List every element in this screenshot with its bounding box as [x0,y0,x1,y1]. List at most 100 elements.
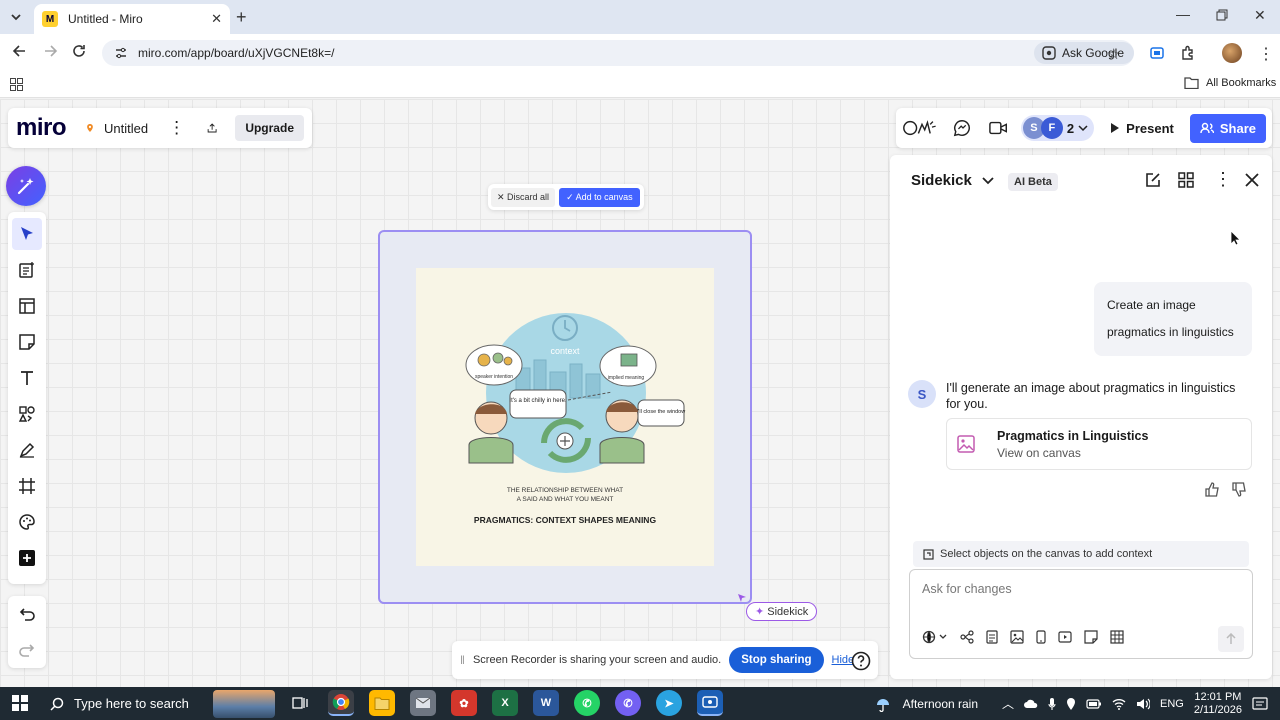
taskbar-search[interactable]: Type here to search [40,687,280,720]
profile-avatar[interactable] [1222,43,1242,63]
telegram-icon[interactable]: ➤ [656,690,682,716]
sticky-note-icon[interactable] [1084,630,1098,644]
send-button[interactable] [1218,626,1244,652]
battery-icon[interactable] [1086,698,1102,709]
clock[interactable]: 12:01 PM 2/11/2026 [1194,691,1242,717]
add-to-canvas-button[interactable]: ✓ Add to canvas [559,187,640,207]
reactions-icon[interactable] [902,118,937,138]
bookmark-star-icon[interactable]: ☆ [1107,45,1120,63]
reload-icon[interactable] [72,44,86,58]
cast-icon[interactable] [1150,46,1164,60]
minimize-window-icon[interactable]: — [1176,6,1190,22]
sidekick-title-dropdown[interactable]: Sidekick [911,172,994,189]
help-button[interactable] [846,646,876,676]
frame-layout-tool[interactable] [12,290,42,322]
board-lock-icon[interactable] [86,120,94,136]
apps-tool[interactable] [12,506,42,538]
image-icon[interactable] [1010,630,1024,644]
ai-assistant-button[interactable] [6,166,46,206]
all-bookmarks-button[interactable]: All Bookmarks [1184,77,1276,89]
thumbs-down-icon[interactable] [1232,482,1247,497]
excel-icon[interactable]: X [492,690,518,716]
close-icon[interactable] [1245,173,1259,187]
shapes-tool[interactable] [12,398,42,430]
notifications-icon[interactable] [1252,696,1268,711]
word-icon[interactable]: W [533,690,559,716]
board-name[interactable]: Untitled [104,121,148,136]
slides-icon[interactable] [1058,631,1072,643]
generated-image[interactable]: context speaker intention implied meanin… [416,268,714,566]
upgrade-button[interactable]: Upgrade [235,115,304,141]
windows-start-icon[interactable] [12,695,28,711]
screen-recorder-app-icon[interactable] [697,690,723,716]
site-settings-icon[interactable] [114,46,128,60]
apps-grid-icon[interactable] [10,78,23,91]
more-tools-button[interactable] [12,542,42,574]
new-tab-icon[interactable]: + [236,7,247,28]
weather-text[interactable]: Afternoon rain [903,697,978,711]
view-on-canvas-link[interactable]: View on canvas [997,446,1148,460]
diagram-icon[interactable] [960,630,974,644]
mobile-icon[interactable] [1036,630,1046,644]
table-icon[interactable] [1110,630,1124,644]
document-icon[interactable] [986,630,998,644]
play-icon [1111,123,1120,133]
viber-icon[interactable]: ✆ [615,690,641,716]
mail-icon[interactable] [410,690,436,716]
file-explorer-icon[interactable] [369,690,395,716]
extensions-icon[interactable] [1180,45,1196,61]
redo-icon[interactable] [18,643,36,657]
microphone-icon[interactable] [1048,697,1056,711]
pdf-app-icon[interactable]: ✿ [451,690,477,716]
select-tool[interactable] [12,218,42,250]
volume-icon[interactable] [1136,698,1151,710]
templates-tool[interactable] [12,254,42,286]
thumbs-up-icon[interactable] [1205,482,1220,497]
globe-dropdown-icon[interactable] [922,630,948,644]
language-indicator[interactable]: ENG [1160,698,1184,710]
search-icon [50,697,64,711]
grid-view-icon[interactable] [1178,172,1194,188]
sidekick-tag-label: Sidekick [767,606,809,618]
tab-search-icon[interactable] [8,9,24,25]
back-icon[interactable] [12,44,26,58]
location-icon[interactable] [1066,697,1076,711]
prompt-input[interactable] [922,582,1222,596]
share-button[interactable]: Share [1189,113,1266,143]
restore-window-icon[interactable] [1216,9,1228,21]
video-call-icon[interactable] [988,120,1007,136]
tab-close-icon[interactable]: ✕ [211,11,222,27]
sticky-note-tool[interactable] [12,326,42,358]
bubble-right-text: I'll close the window [637,409,685,415]
forward-icon[interactable] [44,44,58,58]
sidekick-more-icon[interactable]: ⋮ [1214,169,1232,190]
present-button[interactable]: Present [1102,115,1182,142]
new-chat-icon[interactable] [1144,171,1162,189]
shapes-icon [18,406,35,422]
task-view-icon[interactable] [292,695,308,711]
browser-menu-icon[interactable]: ⋮ [1258,44,1274,64]
frame-tool[interactable] [12,470,42,502]
generated-image-card[interactable]: Pragmatics in Linguistics View on canvas [946,418,1252,470]
collaborators[interactable]: S F 2 [1020,115,1095,141]
comments-icon[interactable] [953,118,971,138]
pen-icon [19,442,35,458]
export-icon[interactable] [207,119,217,137]
wifi-icon[interactable] [1112,698,1126,710]
browser-tab-active[interactable]: M Untitled - Miro ✕ [34,4,230,34]
card-title: Pragmatics in Linguistics [997,428,1149,443]
drag-handle-icon[interactable]: ‖ [460,653,465,667]
stop-sharing-button[interactable]: Stop sharing [729,647,824,673]
discard-all-button[interactable]: ✕ Discard all [491,187,556,207]
text-tool[interactable] [12,362,42,394]
address-bar[interactable]: miro.com/app/board/uXjVGCNEt8k=/ [102,40,1134,66]
chrome-icon[interactable] [328,690,354,716]
cloud-icon[interactable] [1024,699,1038,709]
close-window-icon[interactable]: ✕ [1254,7,1266,24]
tray-expand-icon[interactable]: ︿ [1002,695,1014,712]
board-menu-icon[interactable]: ⋮ [168,118,185,138]
pen-tool[interactable] [12,434,42,466]
undo-icon[interactable] [18,607,36,621]
whatsapp-icon[interactable]: ✆ [574,690,600,716]
miro-logo[interactable]: miro [16,114,67,142]
